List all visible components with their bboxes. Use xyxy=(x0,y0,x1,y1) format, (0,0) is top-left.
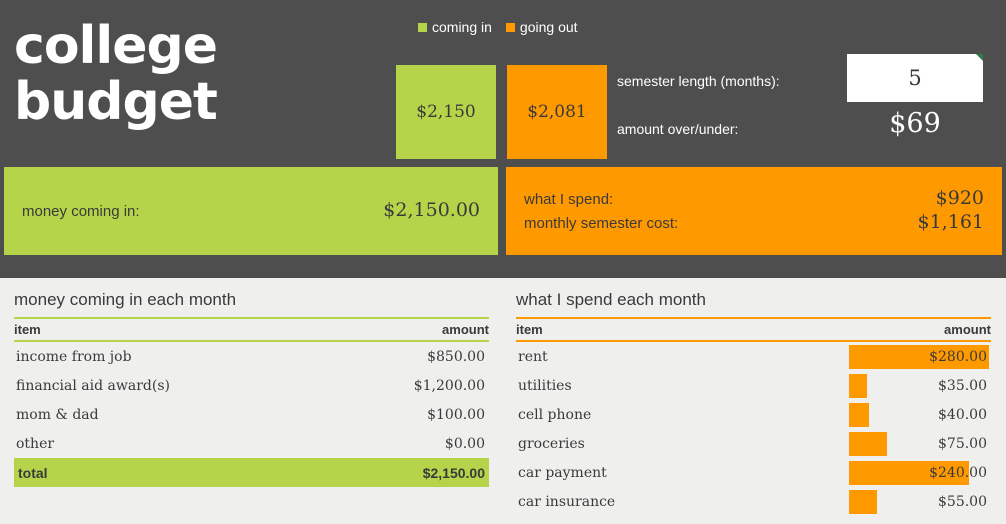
legend-label-going-out: going out xyxy=(519,19,578,35)
row-amount-value: $280.00 xyxy=(929,348,987,365)
legend-swatch-icon-orange xyxy=(505,22,515,32)
table-row[interactable]: groceries $75.00 xyxy=(516,429,991,458)
table-row[interactable]: mom & dad $100.00 xyxy=(14,400,489,429)
row-item-label: mom & dad xyxy=(16,406,99,423)
tile-spend-total-value: $2,081 xyxy=(527,102,587,122)
income-table-title: money coming in each month xyxy=(14,290,489,319)
income-column-header-amount: amount xyxy=(442,322,489,337)
spend-table-title: what I spend each month xyxy=(516,290,991,319)
row-item-label: groceries xyxy=(518,435,585,452)
table-row[interactable]: rent $280.00 xyxy=(516,342,991,371)
spend-column-header-item: item xyxy=(516,322,543,337)
row-amount-value: $40.00 xyxy=(938,406,987,423)
comment-indicator-icon xyxy=(976,54,983,61)
row-amount-value: $100.00 xyxy=(427,406,485,423)
income-table-header-row: item amount xyxy=(14,319,489,342)
income-column-header-item: item xyxy=(14,322,41,337)
summary-label-monthly-semester-cost: monthly semester cost: xyxy=(524,215,679,232)
income-table: money coming in each month item amount i… xyxy=(14,290,489,487)
row-amount-value: $75.00 xyxy=(938,435,987,452)
row-amount-value: $240.00 xyxy=(929,464,987,481)
tile-spend-total: $2,081 xyxy=(507,65,607,159)
table-row[interactable]: car insurance $55.00 xyxy=(516,487,991,516)
semester-length-label: semester length (months): xyxy=(617,73,780,89)
summary-value-money-coming-in: $2,150.00 xyxy=(383,199,480,221)
summary-value-what-i-spend: $920 xyxy=(935,187,984,209)
row-item-label: other xyxy=(16,435,55,452)
summary-row-money-coming-in: money coming in: $2,150.00 xyxy=(22,199,480,223)
row-item-label: rent xyxy=(518,348,548,365)
page-title-line-1: college xyxy=(14,16,218,76)
semester-length-value: 5 xyxy=(908,66,922,90)
page-title: college budget xyxy=(14,18,394,130)
summary-value-monthly-semester-cost: $1,161 xyxy=(917,211,984,233)
table-row[interactable]: utilities $35.00 xyxy=(516,371,991,400)
table-row[interactable]: income from job $850.00 xyxy=(14,342,489,371)
page-title-line-2: budget xyxy=(14,72,218,132)
spend-table-header-row: item amount xyxy=(516,319,991,342)
table-row[interactable]: cell phone $40.00 xyxy=(516,400,991,429)
row-item-label: income from job xyxy=(16,348,132,365)
budget-worksheet: college budget coming in going out $2,15… xyxy=(0,0,1006,524)
amount-over-under-label: amount over/under: xyxy=(617,121,739,137)
row-item-label: total xyxy=(18,464,48,481)
legend-item-coming-in: coming in xyxy=(418,19,492,35)
row-item-label: utilities xyxy=(518,377,572,394)
summary-banner-spend: what I spend: $920 monthly semester cost… xyxy=(506,167,1002,255)
row-amount-value: $0.00 xyxy=(444,435,485,452)
chart-legend: coming in going out xyxy=(418,19,578,35)
summary-label-what-i-spend: what I spend: xyxy=(524,191,614,208)
summary-row-what-i-spend: what I spend: $920 xyxy=(524,187,984,211)
legend-swatch-icon-green xyxy=(418,22,427,32)
table-row[interactable]: car payment $240.00 xyxy=(516,458,991,487)
summary-banner-income: money coming in: $2,150.00 xyxy=(4,167,498,255)
table-row[interactable]: other $0.00 xyxy=(14,429,489,458)
row-item-label: cell phone xyxy=(518,406,592,423)
row-item-label: financial aid award(s) xyxy=(16,377,170,394)
summary-row-monthly-semester-cost: monthly semester cost: $1,161 xyxy=(524,211,984,235)
amount-over-under-value: $69 xyxy=(889,108,941,139)
spend-column-header-amount: amount xyxy=(944,322,991,337)
row-amount-value: $35.00 xyxy=(938,377,987,394)
tile-income-total-value: $2,150 xyxy=(416,102,476,122)
income-table-body: income from job $850.00 financial aid awar… xyxy=(14,342,489,487)
table-row[interactable]: financial aid award(s) $1,200.00 xyxy=(14,371,489,400)
row-amount-value: $2,150.00 xyxy=(422,464,485,481)
table-row[interactable]: total $2,150.00 xyxy=(14,458,489,487)
summary-label-money-coming-in: money coming in: xyxy=(22,203,140,220)
spend-table: what I spend each month item amount rent… xyxy=(516,290,991,516)
row-amount-value: $55.00 xyxy=(938,493,987,510)
row-amount-value: $850.00 xyxy=(427,348,485,365)
row-item-label: car payment xyxy=(518,464,607,481)
row-amount-value: $1,200.00 xyxy=(413,377,485,394)
semester-length-input[interactable]: 5 xyxy=(847,54,983,102)
legend-item-going-out: going out xyxy=(505,19,578,35)
row-item-label: car insurance xyxy=(518,493,616,510)
spend-table-body: rent $280.00 utilities $35.00 cell phone $40.… xyxy=(516,342,991,516)
legend-label-coming-in: coming in xyxy=(432,19,492,35)
tile-income-total: $2,150 xyxy=(396,65,496,159)
